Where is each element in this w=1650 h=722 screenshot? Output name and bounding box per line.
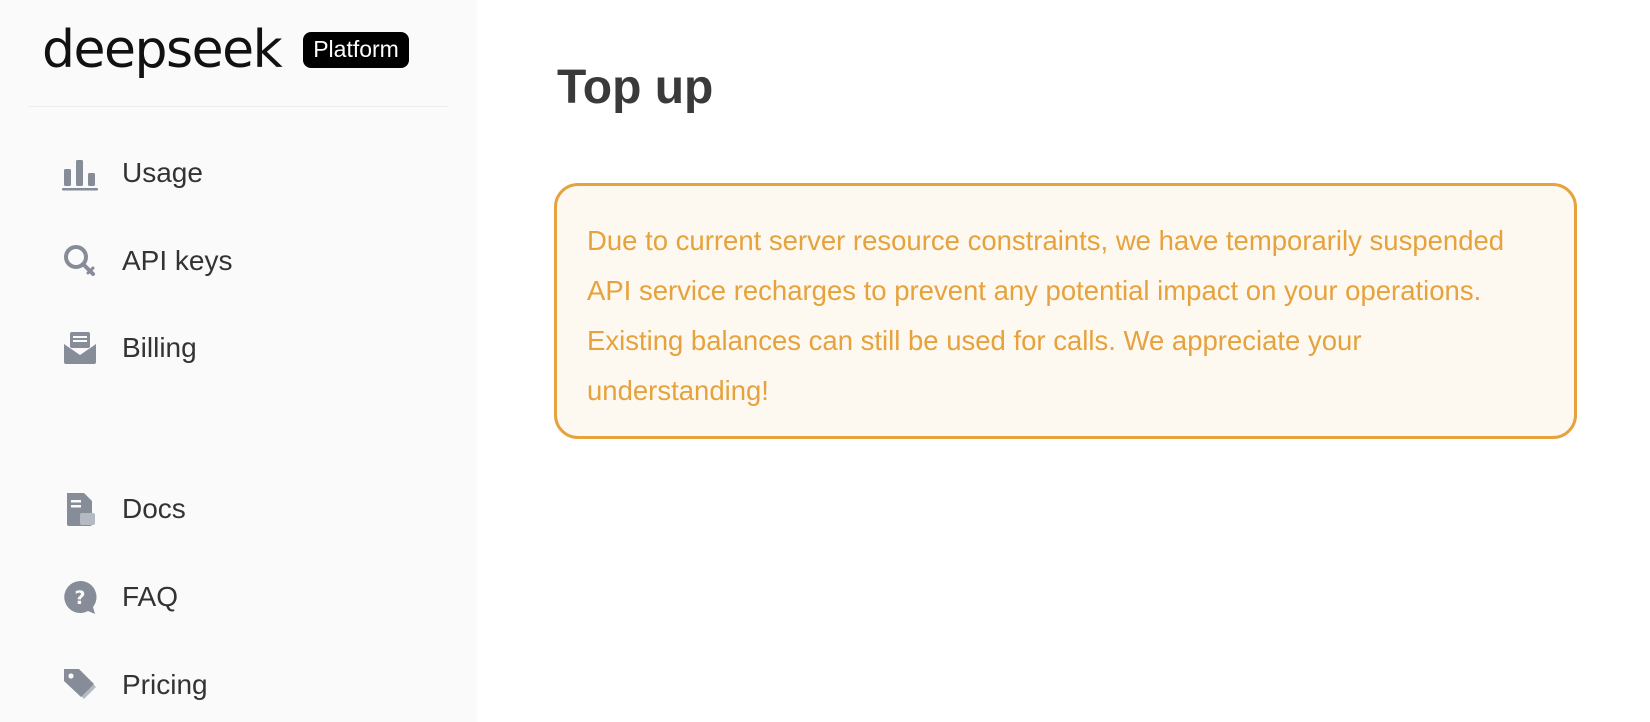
sidebar-item-usage[interactable]: Usage: [62, 148, 203, 198]
bar-chart-icon: [62, 155, 98, 191]
key-search-icon: [62, 243, 98, 279]
sidebar-item-docs[interactable]: Docs: [62, 484, 186, 534]
sidebar-divider: [28, 106, 448, 107]
sidebar-item-label: Docs: [122, 493, 186, 524]
sidebar-item-label: FAQ: [122, 581, 179, 612]
sidebar-item-api-keys[interactable]: API keys: [62, 236, 232, 286]
sidebar-item-billing[interactable]: Billing: [62, 323, 197, 373]
platform-badge: Platform: [303, 32, 409, 68]
question-bubble-icon: ?: [62, 579, 98, 615]
price-tag-icon: [62, 667, 98, 703]
warning-notice: Due to current server resource constrain…: [554, 183, 1577, 439]
sidebar-item-label: API keys: [122, 245, 233, 276]
svg-text:?: ?: [74, 587, 85, 609]
sidebar-item-faq[interactable]: ? FAQ: [62, 572, 178, 622]
notice-text: Due to current server resource constrain…: [587, 225, 1505, 406]
deepseek-logo: deepseek: [42, 20, 283, 80]
brand[interactable]: deepseek Platform: [42, 20, 409, 80]
main-content: Top up Due to current server resource co…: [477, 0, 1650, 722]
sidebar-item-label: Usage: [122, 157, 203, 188]
sidebar-item-label: Billing: [122, 332, 197, 363]
sidebar: deepseek Platform Usage API keys Billing…: [0, 0, 477, 722]
sidebar-item-label: Pricing: [122, 669, 208, 700]
app-root: deepseek Platform Usage API keys Billing…: [0, 0, 1650, 722]
document-icon: [62, 491, 98, 527]
sidebar-item-pricing[interactable]: Pricing: [62, 660, 208, 710]
page-title: Top up: [557, 61, 714, 114]
billing-envelope-icon: [62, 330, 98, 366]
